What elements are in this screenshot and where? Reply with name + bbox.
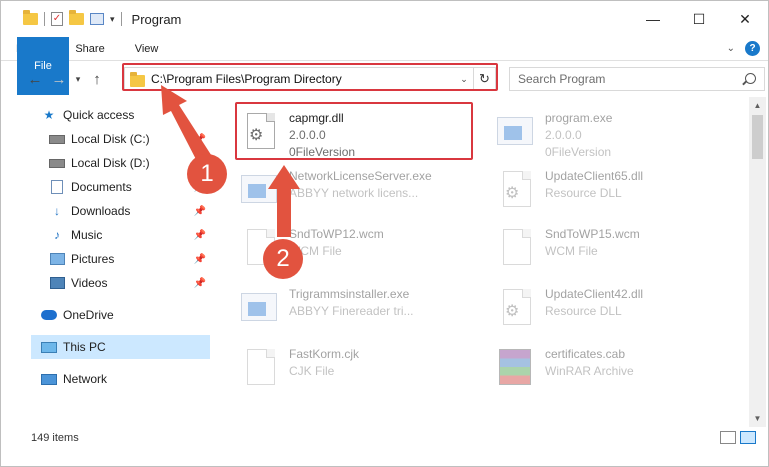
arrow-to-file	[268, 165, 300, 237]
annotation-arrows	[161, 85, 300, 237]
step-marker-2: 2	[263, 239, 303, 279]
explorer-window: ✓ ▾ Program — ☐ ✕ File Home Share View ⌄…	[0, 0, 769, 467]
step-marker-1: 1	[187, 154, 227, 194]
